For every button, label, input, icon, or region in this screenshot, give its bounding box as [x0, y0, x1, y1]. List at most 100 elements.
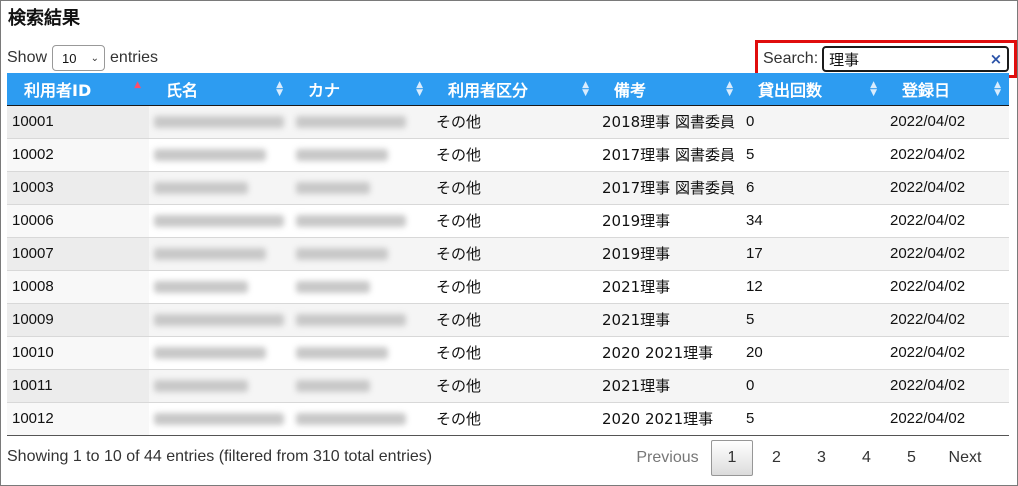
cell-loans: 5 — [741, 137, 885, 171]
column-header-label: 氏名 — [166, 80, 199, 100]
table-row[interactable]: 10003 その他 2017理事 図書委員 6 2022/04/02 — [7, 170, 1009, 204]
cell-name — [149, 203, 291, 237]
cell-name — [149, 137, 291, 171]
redacted-kana — [296, 149, 388, 162]
redacted-name — [154, 215, 284, 228]
cell-kana — [291, 401, 431, 436]
table-row[interactable]: 10009 その他 2021理事 5 2022/04/02 — [7, 302, 1009, 336]
cell-note: 2017理事 図書委員 — [597, 137, 741, 171]
cell-date: 2022/04/02 — [885, 368, 1009, 402]
column-header-2[interactable]: カナ ▲ ▼ — [291, 73, 431, 106]
column-header-3[interactable]: 利用者区分 ▲ ▼ — [431, 73, 597, 106]
table-row[interactable]: 10012 その他 2020 2021理事 5 2022/04/02 — [7, 401, 1009, 436]
cell-note: 2020 2021理事 — [597, 401, 741, 436]
column-header-label: 登録日 — [902, 80, 951, 100]
cell-note: 2021理事 — [597, 368, 741, 402]
cell-category: その他 — [431, 203, 597, 237]
cell-id: 10007 — [7, 236, 149, 270]
cell-date: 2022/04/02 — [885, 335, 1009, 369]
column-header-0[interactable]: 利用者ID ▲▼ — [7, 73, 149, 106]
search-input[interactable]: 理事 × — [822, 46, 1010, 72]
pagination: Previous 12345 Next — [625, 440, 996, 476]
cell-loans: 0 — [741, 104, 885, 138]
cell-date: 2022/04/02 — [885, 137, 1009, 171]
sort-icon: ▲▼ — [134, 80, 141, 90]
cell-id: 10011 — [7, 368, 149, 402]
cell-kana — [291, 236, 431, 270]
cell-note: 2019理事 — [597, 236, 741, 270]
sort-icon: ▲▼ — [994, 80, 1001, 98]
next-page-button[interactable]: Next — [934, 440, 996, 476]
cell-kana — [291, 368, 431, 402]
page-button-3[interactable]: 3 — [799, 440, 844, 476]
sort-icon: ▲▼ — [582, 80, 589, 98]
redacted-name — [154, 347, 266, 360]
cell-date: 2022/04/02 — [885, 302, 1009, 336]
column-header-label: 備考 — [614, 80, 647, 100]
cell-category: その他 — [431, 368, 597, 402]
redacted-kana — [296, 182, 370, 195]
cell-id: 10001 — [7, 104, 149, 138]
cell-note: 2021理事 — [597, 302, 741, 336]
column-header-1[interactable]: 氏名 ▲ ▼ — [149, 73, 291, 106]
cell-kana — [291, 302, 431, 336]
page-button-1[interactable]: 1 — [711, 440, 753, 476]
cell-id: 10009 — [7, 302, 149, 336]
cell-name — [149, 401, 291, 436]
results-table: 利用者ID ▲▼ 氏名 ▲▼ カナ ▲▼ 利用者区分 ▲▼ 備考 ▲▼ 貸出回数 ▲▼ 登録日 ▲▼ 10… — [7, 73, 1009, 436]
table-row[interactable]: 10007 その他 2019理事 17 2022/04/02 — [7, 236, 1009, 270]
column-header-4[interactable]: 備考 ▲ ▼ — [597, 73, 741, 106]
sort-icon: ▲▼ — [276, 80, 283, 98]
column-header-5[interactable]: 貸出回数 ▲ ▼ — [741, 73, 885, 106]
cell-date: 2022/04/02 — [885, 203, 1009, 237]
cell-name — [149, 170, 291, 204]
cell-note: 2018理事 図書委員 — [597, 104, 741, 138]
cell-note: 2019理事 — [597, 203, 741, 237]
cell-kana — [291, 170, 431, 204]
table-row[interactable]: 10001 その他 2018理事 図書委員 0 2022/04/02 — [7, 104, 1009, 138]
cell-category: その他 — [431, 104, 597, 138]
entries-per-page-select[interactable]: 10 ⌄ — [52, 45, 106, 71]
sort-icon: ▲▼ — [416, 80, 423, 98]
cell-kana — [291, 137, 431, 171]
column-header-6[interactable]: 登録日 ▲ ▼ — [885, 73, 1009, 106]
cell-id: 10010 — [7, 335, 149, 369]
cell-id: 10006 — [7, 203, 149, 237]
redacted-name — [154, 380, 248, 393]
cell-kana — [291, 335, 431, 369]
cell-name — [149, 269, 291, 303]
cell-kana — [291, 269, 431, 303]
sort-icon: ▲▼ — [870, 80, 877, 98]
cell-kana — [291, 104, 431, 138]
cell-loans: 20 — [741, 335, 885, 369]
cell-name — [149, 104, 291, 138]
entries-label: entries — [110, 49, 159, 66]
cell-id: 10002 — [7, 137, 149, 171]
cell-loans: 5 — [741, 401, 885, 436]
cell-category: その他 — [431, 302, 597, 336]
table-row[interactable]: 10006 その他 2019理事 34 2022/04/02 — [7, 203, 1009, 237]
cell-date: 2022/04/02 — [885, 401, 1009, 436]
cell-category: その他 — [431, 401, 597, 436]
redacted-kana — [296, 380, 370, 393]
page-button-4[interactable]: 4 — [844, 440, 889, 476]
cell-date: 2022/04/02 — [885, 170, 1009, 204]
clear-icon[interactable]: × — [990, 50, 1003, 68]
cell-date: 2022/04/02 — [885, 236, 1009, 270]
cell-note: 2017理事 図書委員 — [597, 170, 741, 204]
table-row[interactable]: 10011 その他 2021理事 0 2022/04/02 — [7, 368, 1009, 402]
cell-name — [149, 335, 291, 369]
page-button-5[interactable]: 5 — [889, 440, 934, 476]
page-button-2[interactable]: 2 — [754, 440, 799, 476]
table-row[interactable]: 10010 その他 2020 2021理事 20 2022/04/02 — [7, 335, 1009, 369]
table-row[interactable]: 10002 その他 2017理事 図書委員 5 2022/04/02 — [7, 137, 1009, 171]
previous-page-button[interactable]: Previous — [625, 440, 710, 476]
cell-kana — [291, 203, 431, 237]
cell-category: その他 — [431, 170, 597, 204]
redacted-name — [154, 149, 266, 162]
search-label: Search: — [763, 50, 819, 67]
cell-category: その他 — [431, 137, 597, 171]
cell-category: その他 — [431, 335, 597, 369]
redacted-kana — [296, 215, 406, 228]
table-row[interactable]: 10008 その他 2021理事 12 2022/04/02 — [7, 269, 1009, 303]
